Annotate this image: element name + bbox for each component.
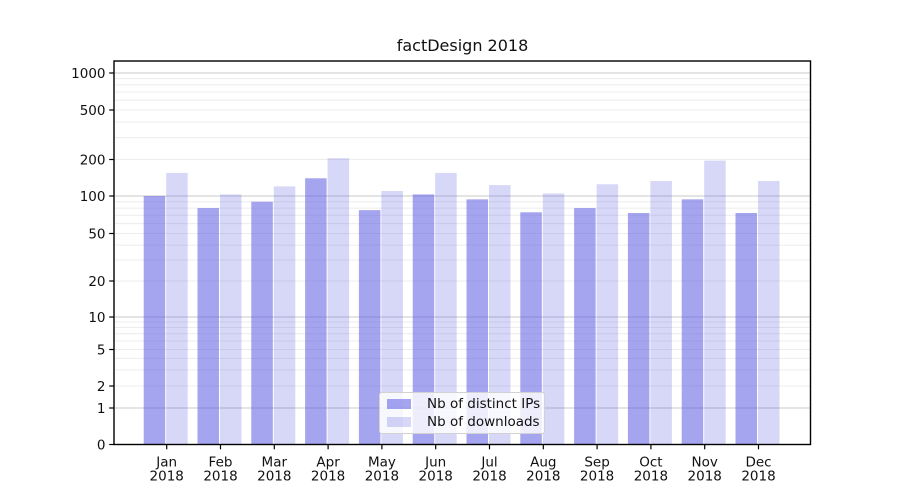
legend: Nb of distinct IPs Nb of downloads — [379, 392, 545, 434]
bar-ips-Dec — [735, 213, 757, 445]
x-tick-label-year: 2018 — [741, 468, 775, 484]
bar-downloads-Sep — [596, 184, 619, 445]
y-tick-label: 100 — [80, 189, 106, 205]
bar-ips-May — [358, 210, 381, 445]
y-tick-label: 10 — [88, 310, 105, 326]
legend-item-distinct-ips: Nb of distinct IPs — [387, 396, 541, 413]
bar-ips-Nov — [681, 199, 704, 445]
x-tick-label-year: 2018 — [203, 468, 237, 484]
x-tick-label-year: 2018 — [419, 468, 453, 484]
bar-downloads-Oct — [650, 180, 672, 445]
y-tick-label: 5 — [97, 342, 106, 358]
y-tick-label: 2 — [97, 379, 106, 395]
bar-downloads-Dec — [758, 180, 780, 445]
bar-downloads-Mar — [273, 186, 296, 445]
y-tick-label: 20 — [88, 274, 105, 290]
x-tick-label-year: 2018 — [526, 468, 560, 484]
bar-downloads-Apr — [327, 158, 350, 445]
y-tick-label: 200 — [80, 152, 106, 168]
bar-downloads-Nov — [704, 160, 726, 445]
chart-figure: factDesign 2018 0 1 2 5 10 20 50 100 200 500 1000 J… — [0, 0, 900, 500]
y-tick-label: 0 — [97, 437, 106, 453]
y-tick-label: 1000 — [71, 66, 105, 82]
x-tick-label-year: 2018 — [365, 468, 399, 484]
bar-ips-Apr — [305, 178, 327, 445]
bar-ips-Oct — [627, 213, 650, 445]
bar-ips-Sep — [574, 208, 596, 445]
x-tick-label-year: 2018 — [472, 468, 506, 484]
x-tick-label-year: 2018 — [634, 468, 668, 484]
x-tick-label-year: 2018 — [688, 468, 722, 484]
x-tick-label-year: 2018 — [257, 468, 291, 484]
legend-swatch-ips-icon — [387, 399, 411, 410]
y-tick-label: 500 — [80, 103, 106, 119]
legend-label-downloads: Nb of downloads — [427, 413, 540, 430]
x-tick-label-year: 2018 — [311, 468, 345, 484]
bar-downloads-Jan — [166, 172, 188, 445]
bar-downloads-Feb — [220, 194, 242, 445]
bar-ips-Mar — [251, 201, 273, 445]
y-tick-label: 1 — [97, 401, 106, 417]
legend-label-distinct-ips: Nb of distinct IPs — [427, 396, 541, 413]
bar-ips-Jan — [143, 196, 166, 445]
bar-downloads-Aug — [542, 193, 565, 445]
x-tick-label-year: 2018 — [580, 468, 614, 484]
bar-ips-Feb — [197, 208, 219, 445]
legend-swatch-downloads-icon — [387, 416, 411, 427]
x-tick-label-year: 2018 — [150, 468, 184, 484]
legend-item-downloads: Nb of downloads — [387, 413, 540, 430]
y-tick-label: 50 — [88, 226, 105, 242]
